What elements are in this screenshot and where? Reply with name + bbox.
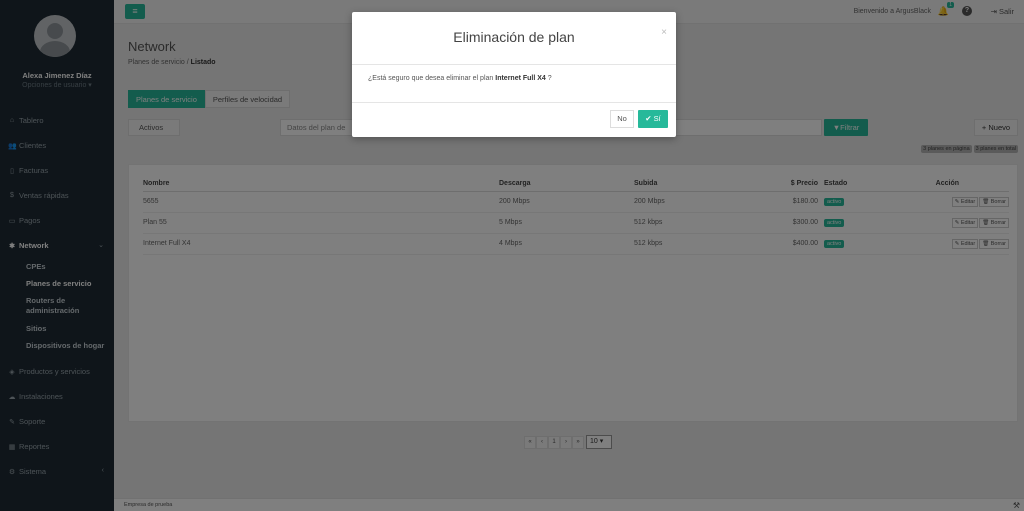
no-button[interactable]: No — [610, 110, 634, 128]
modal-plan-name: Internet Full X4 — [495, 75, 546, 82]
close-icon[interactable]: × — [661, 27, 667, 38]
delete-plan-modal: Eliminación de plan × ¿Está seguro que d… — [352, 12, 676, 137]
modal-divider — [352, 102, 676, 103]
modal-title: Eliminación de plan — [453, 29, 575, 45]
yes-button[interactable]: ✔ Sí — [638, 110, 668, 128]
modal-divider — [352, 64, 676, 65]
modal-message: ¿Está seguro que desea eliminar el plan … — [368, 75, 552, 82]
modal-message-suffix: ? — [547, 75, 552, 82]
modal-message-prefix: ¿Está seguro que desea eliminar el plan — [368, 75, 494, 82]
